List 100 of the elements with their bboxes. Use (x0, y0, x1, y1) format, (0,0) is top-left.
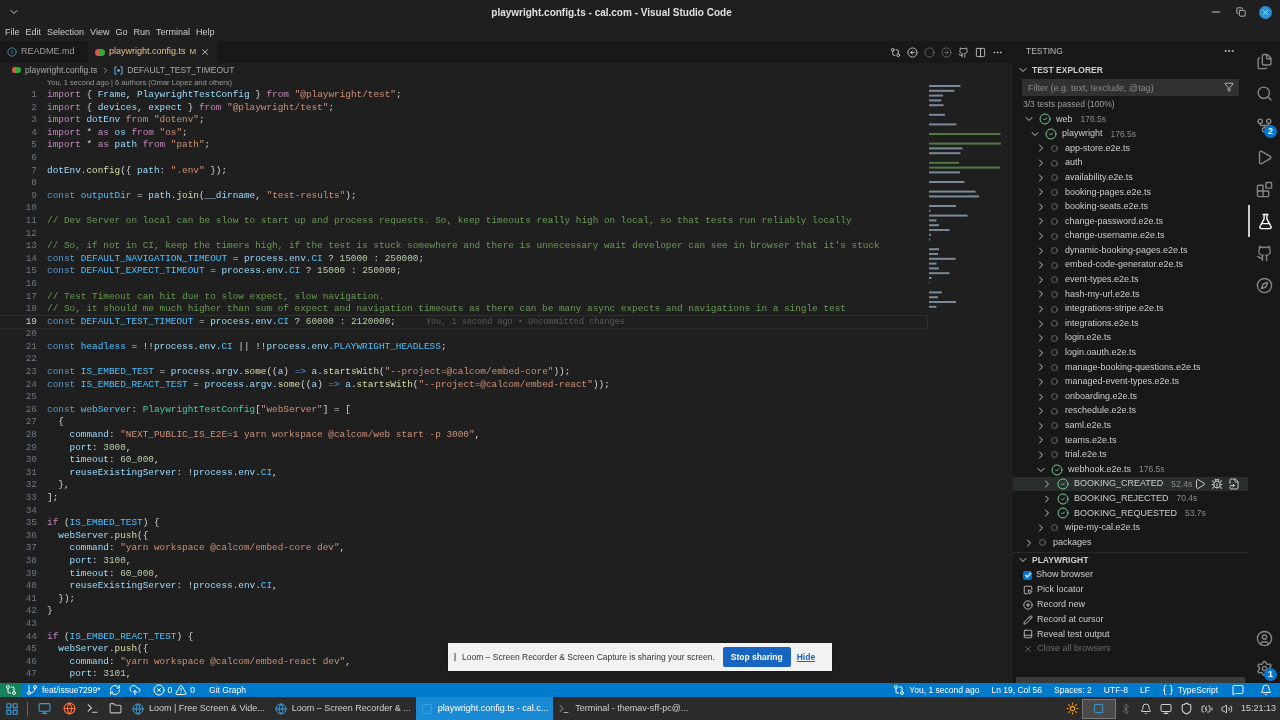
test-tree-item[interactable]: BOOKING_REQUESTED 53.7s (1013, 506, 1248, 521)
test-tree-item[interactable]: integrations-stripe.e2e.ts (1013, 301, 1248, 317)
menu-item[interactable]: Go (112, 25, 131, 40)
filter-field[interactable]: Filter (e.g. text, !exclude, @tag) (1022, 79, 1239, 96)
breadcrumb-item[interactable]: playwright.config.ts (25, 63, 98, 77)
hide-link[interactable]: Hide (796, 650, 816, 664)
compare-icon[interactable] (890, 46, 901, 58)
extensions-icon[interactable] (1255, 180, 1273, 198)
back-icon[interactable] (907, 46, 918, 58)
volume-icon[interactable] (1220, 702, 1233, 715)
go-to-file-icon[interactable] (1228, 478, 1240, 491)
start-icon[interactable] (5, 701, 19, 716)
menu-item[interactable]: Edit (22, 25, 45, 40)
feedback-icon[interactable] (1232, 684, 1244, 696)
shield-icon[interactable] (1179, 702, 1193, 715)
remote-button[interactable] (0, 683, 22, 697)
menu-item[interactable]: View (87, 25, 113, 40)
playwright-action[interactable]: Show browser (1013, 567, 1248, 583)
test-tree-item[interactable]: reschedule.e2e.ts (1013, 403, 1248, 419)
section-header[interactable]: TEST EXPLORER (1032, 63, 1103, 77)
taskbar-button[interactable]: Loom | Free Screen & Vide... (127, 697, 270, 720)
playwright-action[interactable]: Pick locator (1013, 582, 1248, 598)
test-tree-item[interactable]: login.e2e.ts (1013, 330, 1248, 346)
test-tree-item[interactable]: playwright 176.5s (1013, 126, 1248, 142)
status-item[interactable]: LF (1133, 683, 1156, 697)
debug-icon[interactable] (1211, 478, 1223, 491)
test-tree-item[interactable]: availability.e2e.ts (1013, 170, 1248, 185)
blame-status[interactable]: You, 1 second ago (887, 683, 986, 697)
test-tree-item[interactable]: change-password.e2e.ts (1013, 214, 1248, 229)
test-tree-item[interactable]: trial.e2e.ts (1013, 447, 1248, 463)
circle-icon[interactable] (924, 46, 935, 58)
test-tree-item[interactable]: hash-my-url.e2e.ts (1013, 287, 1248, 302)
section-header[interactable]: PLAYWRIGHT (1032, 553, 1089, 567)
playwright-action[interactable]: Reveal test output (1013, 627, 1248, 642)
test-tree-item[interactable]: saml.e2e.ts (1013, 418, 1248, 434)
status-item[interactable]: Git Graph (203, 683, 252, 697)
language-button[interactable]: TypeScript (1155, 683, 1224, 697)
menu-item[interactable]: Selection (44, 25, 88, 40)
branch-button[interactable]: feat/issue7299* (22, 683, 105, 697)
breadcrumb-item[interactable]: DEFAULT_TEST_TIMEOUT (127, 63, 235, 77)
folder-icon[interactable] (109, 702, 122, 715)
battery-icon[interactable] (1200, 702, 1213, 715)
taskbar-button[interactable]: playwright.config.ts - cal.c... (415, 697, 554, 720)
desktop-icon[interactable] (38, 702, 51, 715)
taskbar-button[interactable]: Terminal - themav-sff-pc@... (553, 697, 694, 720)
split-editor-icon[interactable] (975, 46, 986, 58)
test-tree-item[interactable]: webhook.e2e.ts 176.5s (1013, 462, 1248, 477)
bell-icon[interactable] (1260, 684, 1272, 696)
test-tree-item[interactable]: login.oauth.e2e.ts (1013, 345, 1248, 361)
test-tree-item[interactable]: teams.e2e.ts (1013, 433, 1248, 448)
test-tree-item[interactable]: integrations.e2e.ts (1013, 316, 1248, 331)
account-icon[interactable] (1255, 629, 1273, 647)
run-icon[interactable] (1194, 478, 1206, 491)
playwright-action[interactable]: Record new (1013, 597, 1248, 613)
test-tree-item[interactable]: onboarding.e2e.ts (1013, 389, 1248, 404)
test-tree-item[interactable]: booking-seats.e2e.ts (1013, 199, 1248, 215)
test-tree-item[interactable]: manage-booking-questions.e2e.ts (1013, 360, 1248, 375)
restore-icon[interactable] (1236, 7, 1246, 17)
filter-icon[interactable] (1224, 82, 1234, 92)
flask-icon[interactable] (1256, 212, 1274, 230)
test-tree-item[interactable]: dynamic-booking-pages.e2e.ts (1013, 243, 1248, 258)
test-tree-item[interactable]: web 176.5s (1013, 112, 1248, 127)
display-icon[interactable] (1159, 702, 1172, 715)
status-item[interactable]: Spaces: 2 (1048, 683, 1098, 697)
menu-item[interactable]: Terminal (152, 25, 193, 40)
test-tree-item[interactable]: event-types.e2e.ts (1013, 272, 1248, 288)
terminal-icon[interactable] (86, 702, 99, 715)
checkbox[interactable] (1023, 570, 1032, 580)
menu-item[interactable]: Run (130, 25, 153, 40)
bell-icon[interactable] (1139, 702, 1152, 715)
menu-item[interactable]: File (2, 25, 23, 40)
editor-tab[interactable]: playwright.config.ts M (88, 41, 218, 63)
sync-icon[interactable] (108, 684, 121, 696)
problems-button[interactable]: 0 0 (144, 683, 204, 697)
menu-item[interactable]: Help (192, 25, 218, 40)
status-item[interactable]: UTF-8 (1097, 683, 1134, 697)
status-item[interactable]: Ln 19, Col 56 (985, 683, 1048, 697)
test-tree-item[interactable]: embed-code-generator.e2e.ts (1013, 257, 1248, 273)
test-tree-item[interactable]: BOOKING_CREATED 52.4s (1013, 476, 1248, 492)
test-tree-item[interactable]: managed-event-types.e2e.ts (1013, 374, 1248, 390)
github-icon[interactable] (958, 46, 969, 58)
test-tree-item[interactable]: wipe-my-cal.e2e.ts (1013, 520, 1248, 536)
test-tree-item[interactable]: packages (1013, 535, 1248, 550)
test-tree-item[interactable]: app-store.e2e.ts (1013, 141, 1248, 156)
files-icon[interactable] (1255, 52, 1273, 70)
search-icon[interactable] (1255, 84, 1273, 102)
github-icon[interactable] (1255, 244, 1273, 262)
test-tree-item[interactable]: booking-pages.e2e.ts (1013, 184, 1248, 200)
test-tree-item[interactable]: change-username.e2e.ts (1013, 228, 1248, 244)
test-tree-item[interactable]: auth (1013, 155, 1248, 171)
sun-icon[interactable] (1065, 702, 1079, 715)
cloud-upload-icon[interactable] (128, 684, 141, 696)
forward-icon[interactable] (941, 46, 952, 58)
close-icon[interactable] (200, 47, 211, 57)
browser-icon[interactable] (63, 702, 76, 715)
test-tree-item[interactable]: BOOKING_REJECTED 70.4s (1013, 491, 1248, 507)
taskbar-button[interactable]: Loom – Screen Recorder & ... (269, 697, 416, 720)
close-button[interactable] (1259, 5, 1272, 19)
playwright-action[interactable]: Record at cursor (1013, 612, 1248, 627)
stop-sharing-button[interactable]: Stop sharing (722, 647, 791, 667)
